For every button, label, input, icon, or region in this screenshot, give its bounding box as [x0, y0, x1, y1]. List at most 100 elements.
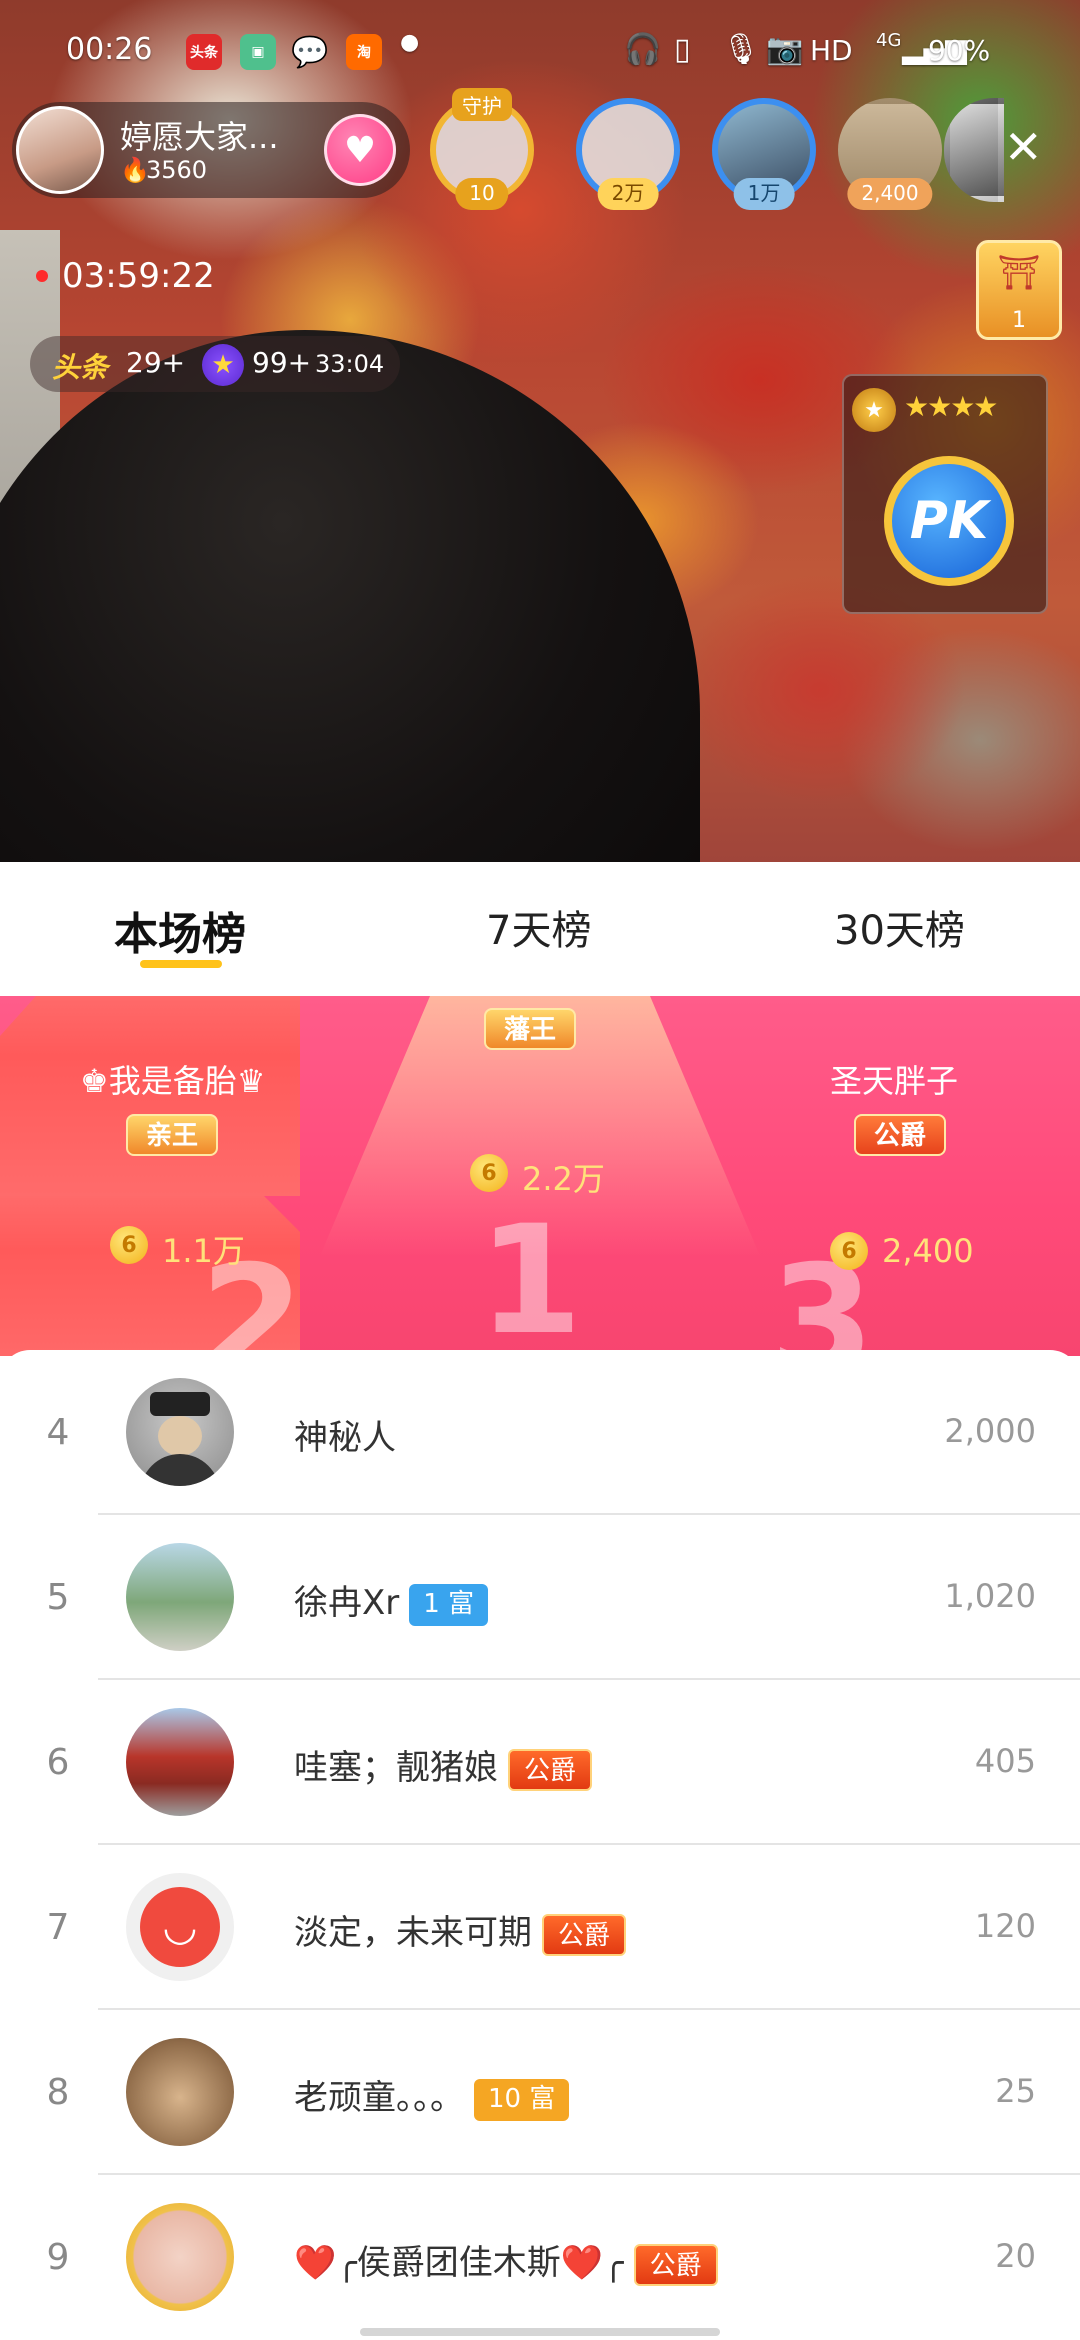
headphones-icon: 🎧	[624, 32, 662, 67]
third-name[interactable]: 圣天胖子	[830, 1056, 958, 1102]
active-tab-indicator	[140, 960, 222, 968]
toutiao-count: 29+	[126, 346, 186, 379]
coat-icon	[140, 1454, 220, 1486]
list-item[interactable]: 4 神秘人 2,000	[0, 1350, 1080, 1515]
vibrate-icon: ▯	[674, 32, 691, 67]
star-count: 99+	[252, 346, 312, 379]
live-video[interactable]: 00:26 头条 ▣ 💬 淘 ● 🎧 ▯ 🎙 📷 HD 4G ▂▄▆ 90% 婷…	[0, 0, 1080, 862]
status-time: 00:26	[66, 32, 153, 67]
palace-icon: ⛩	[997, 253, 1041, 293]
user-avatar: ◡	[126, 1873, 234, 1981]
duke-badge: 公爵	[633, 2243, 718, 2286]
user-avatar	[126, 1543, 234, 1651]
title-badge-second: 亲王	[126, 1114, 219, 1156]
pk-stars: ★★★★	[904, 390, 998, 423]
camera-icon: 📷	[766, 32, 804, 67]
mystery-avatar	[126, 1378, 234, 1486]
follow-heart-button[interactable]: ♥	[324, 114, 396, 186]
viewer-avatar[interactable]: 2,400	[838, 98, 942, 210]
streamer-hair	[0, 330, 700, 862]
second-name[interactable]: ♚我是备胎♛	[80, 1056, 265, 1102]
coin-icon: 6	[110, 1226, 148, 1264]
user-score: 20	[995, 2237, 1036, 2275]
top3-podium: 1 2 3 藩王 6 2.2万 ♚我是备胎♛ 亲王 6 1.1万 圣天胖子 公爵…	[0, 996, 1080, 1356]
pk-card[interactable]: ★ ★★★★ PK	[842, 374, 1048, 614]
tab-7-days[interactable]: 7天榜	[486, 898, 591, 956]
rank-number: 4	[46, 1412, 70, 1453]
user-score: 120	[974, 1907, 1036, 1945]
rank-number: 7	[46, 1907, 70, 1948]
list-item[interactable]: 5 徐冉Xr 1 富 1,020	[0, 1515, 1080, 1680]
ranking-list: 4 神秘人 2,000 5 徐冉Xr 1 富 1,020 6 哇塞；靓猪娘 公爵 4…	[0, 1350, 1080, 2340]
duke-badge: 公爵	[508, 1748, 593, 1791]
rank-number: 5	[46, 1577, 70, 1618]
taobao-app-icon: 淘	[346, 34, 382, 70]
pk-button[interactable]: PK	[884, 456, 1014, 586]
user-score: 405	[974, 1742, 1036, 1780]
rank-number: 9	[46, 2237, 70, 2278]
viewer-tag: 2万	[597, 178, 659, 210]
host-avatar[interactable]	[16, 106, 104, 194]
host-name: 婷愿大家...	[120, 118, 279, 156]
wechat-icon: 💬	[291, 34, 329, 70]
third-value: 2,400	[882, 1232, 974, 1270]
live-timer: 03:59:22	[62, 256, 215, 296]
tab-30-days[interactable]: 30天榜	[834, 898, 965, 956]
home-indicator[interactable]	[360, 2328, 720, 2336]
rank-number: 8	[46, 2072, 70, 2113]
second-value: 1.1万	[162, 1232, 245, 1270]
list-item[interactable]: 6 哇塞；靓猪娘 公爵 405	[0, 1680, 1080, 1845]
guard-label: 守护	[452, 88, 512, 121]
rank-1-number: 1	[478, 1194, 583, 1356]
network-type: 4G	[876, 30, 902, 51]
viewer-tag: 2,400	[847, 178, 933, 210]
hat-icon	[150, 1392, 210, 1416]
hd-indicator: HD	[810, 34, 853, 67]
star-icon: ★	[202, 344, 244, 386]
toutiao-app-icon: 头条	[186, 34, 222, 70]
palace-badge[interactable]: ⛩ 1	[976, 240, 1062, 340]
toutiao-tag: 头条	[52, 351, 109, 384]
title-badge-first: 藩王	[484, 1008, 577, 1050]
dot-icon: ●	[400, 30, 420, 55]
face-icon	[158, 1416, 202, 1456]
viewer-avatar[interactable]: 1万	[712, 98, 816, 210]
guard-seat[interactable]: 守护 10	[430, 88, 534, 210]
viewer-tag: 1万	[733, 178, 795, 210]
user-name: 徐冉Xr 1 富	[294, 1575, 489, 1626]
user-avatar	[126, 1708, 234, 1816]
mic-icon: 🎙	[722, 32, 761, 67]
list-item[interactable]: 8 老顽童。。。 10 富 25	[0, 2010, 1080, 2175]
notes-app-icon: ▣	[240, 34, 276, 70]
star-countdown: 33:04	[315, 350, 385, 378]
pk-rank-icon: ★	[852, 388, 896, 432]
tab-current-session[interactable]: 本场榜	[114, 898, 246, 962]
battery-level: 90%	[928, 34, 991, 67]
user-score: 2,000	[944, 1412, 1036, 1450]
coin-icon: 6	[470, 1154, 508, 1192]
user-score: 1,020	[944, 1577, 1036, 1615]
first-value: 2.2万	[522, 1160, 605, 1198]
duke-badge: 公爵	[542, 1913, 627, 1956]
list-item[interactable]: 7 ◡ 淡定，未来可期 公爵 120	[0, 1845, 1080, 2010]
viewer-avatar[interactable]: 2万	[576, 98, 680, 210]
list-item[interactable]: 9 ❤️╭侯爵团佳木斯❤️╭ 公爵 20	[0, 2175, 1080, 2340]
guard-count: 10	[455, 178, 509, 210]
user-name: 哇塞；靓猪娘 公爵	[294, 1740, 593, 1791]
baby-avatar	[126, 2203, 234, 2311]
wealth-badge: 10 富	[474, 2078, 570, 2121]
palace-number: 1	[1012, 308, 1026, 333]
leaderboard-tabs: 本场榜 7天榜 30天榜	[0, 862, 1080, 996]
rank-stats[interactable]: 头条 29+ ★ 99+ 33:04	[30, 336, 400, 392]
user-name: 老顽童。。。 10 富	[294, 2070, 570, 2121]
wealth-badge: 1 富	[409, 1583, 489, 1626]
host-info[interactable]: 婷愿大家... 🔥 3560 ♥	[12, 102, 410, 198]
close-icon[interactable]: ✕	[1004, 124, 1043, 170]
user-score: 25	[995, 2072, 1036, 2110]
user-name: 淡定，未来可期 公爵	[294, 1905, 627, 1956]
cat-avatar	[126, 2038, 234, 2146]
viewer-avatar[interactable]	[944, 98, 1004, 202]
user-name: 神秘人	[294, 1418, 396, 1458]
rank-number: 6	[46, 1742, 70, 1783]
host-heat: 3560	[146, 156, 208, 184]
